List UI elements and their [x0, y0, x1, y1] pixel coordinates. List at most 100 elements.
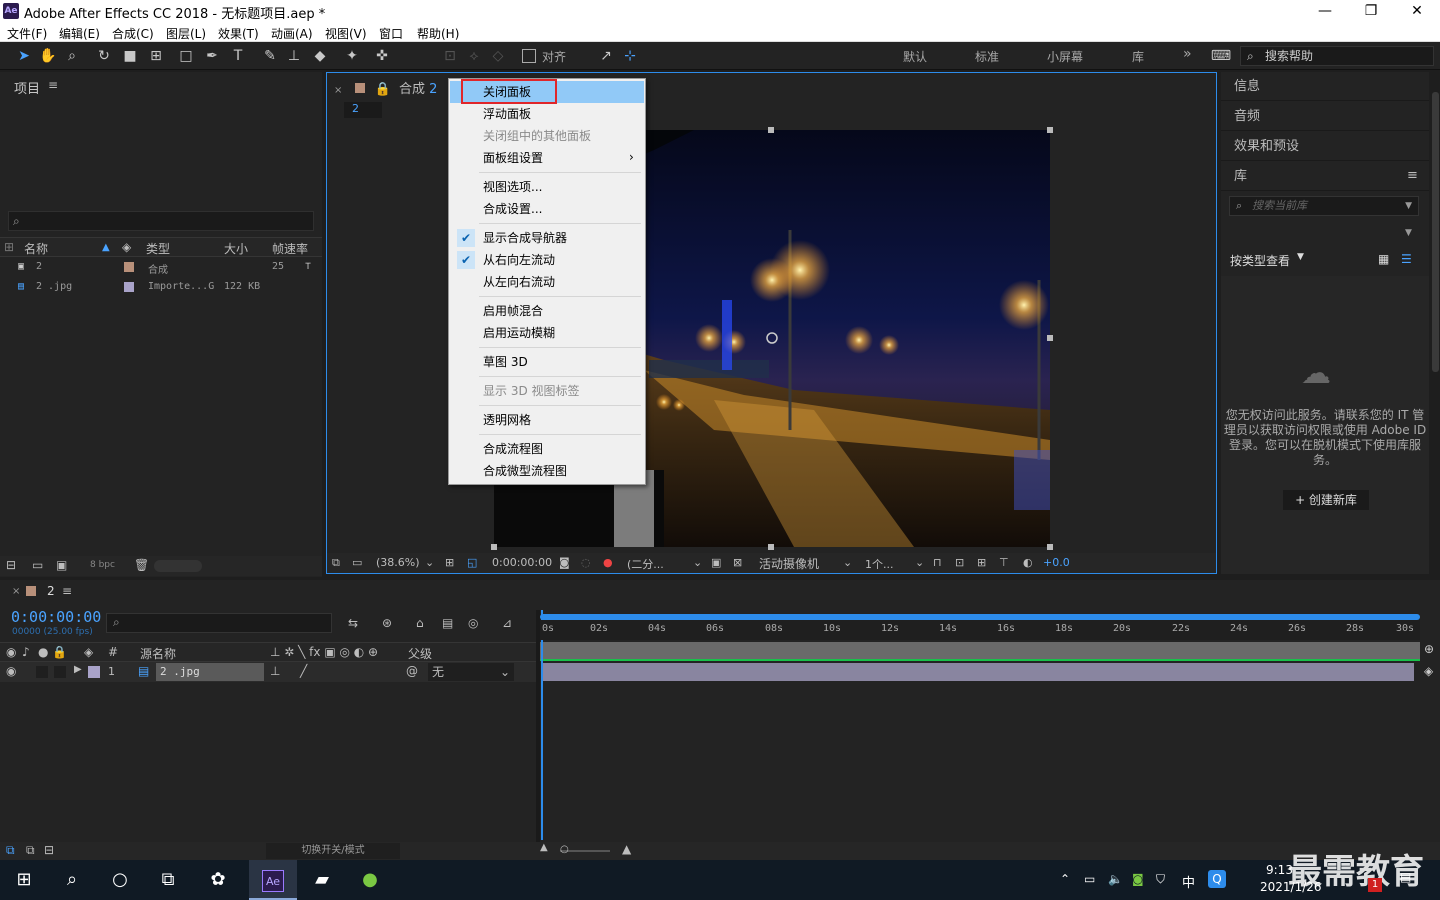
menu-view[interactable]: 视图(V)	[325, 25, 367, 42]
bpc-label[interactable]: 8 bpc	[90, 560, 115, 570]
timeline-search-input[interactable]: ⌕	[106, 613, 332, 633]
workspace-standard[interactable]: 标准	[975, 48, 999, 65]
snapshot-icon[interactable]: ◙	[559, 556, 570, 569]
app-document-icon[interactable]: ▰	[298, 860, 346, 900]
audio-panel-tab[interactable]: 音频	[1221, 102, 1429, 131]
windows-start-icon[interactable]: ⊞	[0, 860, 48, 900]
menu-help[interactable]: 帮助(H)	[417, 25, 459, 42]
reset-exposure-icon[interactable]: ◐	[1023, 556, 1033, 569]
chevron-down-icon[interactable]: ▼	[1405, 228, 1412, 238]
transform-handle[interactable]	[1047, 544, 1053, 550]
col-type[interactable]: 类型	[146, 240, 170, 257]
tray-expand-icon[interactable]: ⌃	[1060, 872, 1070, 886]
ime-indicator[interactable]: 中	[1182, 872, 1195, 891]
transfer-controls-icon[interactable]: ⧉	[26, 843, 35, 858]
thumbnail-slider[interactable]	[154, 560, 202, 572]
menu-item-comp-settings[interactable]: 合成设置...	[450, 198, 644, 220]
col-parent[interactable]: 父级	[408, 645, 432, 662]
maximize-button[interactable]: ❐	[1348, 0, 1394, 22]
menu-item-comp-flowchart[interactable]: 合成流程图	[450, 438, 644, 460]
interpret-footage-icon[interactable]: ⊟	[6, 558, 16, 572]
col-size[interactable]: 大小	[224, 240, 248, 257]
menu-composition[interactable]: 合成(C)	[112, 25, 154, 42]
menu-animation[interactable]: 动画(A)	[271, 25, 313, 42]
transform-handle[interactable]	[1047, 127, 1053, 133]
col-source-name[interactable]: 源名称	[140, 645, 176, 662]
timeline-icon[interactable]: ⊞	[977, 556, 986, 569]
shy-layers-icon[interactable]: ⌂	[416, 616, 424, 630]
rectangle-tool-icon[interactable]: □	[176, 46, 196, 66]
search-icon[interactable]: ⌕	[48, 860, 96, 900]
menu-item-transparency-grid[interactable]: 透明网格	[450, 409, 644, 431]
cortana-icon[interactable]: ○	[96, 860, 144, 900]
panel-menu-icon[interactable]: ≡	[62, 584, 72, 598]
hand-tool-icon[interactable]: ✋	[38, 46, 58, 66]
close-tab-icon[interactable]: ×	[12, 586, 20, 597]
work-area-range[interactable]	[540, 642, 1420, 660]
flowchart-icon[interactable]: ⊤	[999, 556, 1009, 569]
draft-3d-icon[interactable]: ⊛	[382, 616, 392, 630]
project-row[interactable]: ▤ 2 .jpg Importe...G 122 KB	[0, 277, 322, 297]
zoom-dropdown[interactable]: (38.6%)	[376, 556, 420, 569]
snap-options-icon[interactable]: ↗	[596, 46, 616, 66]
visibility-eye-icon[interactable]: ◉	[6, 664, 16, 678]
menu-item-draft-3d[interactable]: 草图 3D	[450, 351, 644, 373]
transform-handle[interactable]	[768, 544, 774, 550]
views-dropdown[interactable]: 1个...	[865, 556, 894, 572]
in-out-icon[interactable]: ⊟	[44, 843, 54, 857]
monitor-icon[interactable]: ▭	[352, 556, 362, 569]
roto-brush-tool-icon[interactable]: ✦	[342, 46, 362, 66]
camera-tool-icon[interactable]: ■	[120, 46, 140, 66]
transform-handle[interactable]	[768, 127, 774, 133]
zoom-in-icon[interactable]: ⊕	[1424, 642, 1434, 656]
parent-dropdown[interactable]: 无 ⌄	[428, 663, 514, 681]
zoom-out-icon[interactable]: ▲	[540, 842, 548, 853]
zoom-tool-icon[interactable]: ⌕	[62, 46, 82, 66]
project-row[interactable]: ▣ 2 合成 25 ⊤	[0, 257, 322, 277]
menu-item-comp-mini-flowchart[interactable]: 合成微型流程图	[450, 460, 644, 482]
render-3d-icon[interactable]: ⊡	[955, 556, 964, 569]
col-name[interactable]: 名称	[24, 240, 48, 257]
camera-dropdown[interactable]: 活动摄像机	[759, 555, 819, 572]
new-composition-icon[interactable]: ▣	[56, 558, 67, 572]
timeline-timecode[interactable]: 0:00:00:00	[11, 608, 101, 626]
workspace-small-screen[interactable]: 小屏幕	[1047, 48, 1083, 65]
workspace-default[interactable]: 默认	[903, 48, 927, 65]
zoom-slider-knob-icon[interactable]: ○	[560, 844, 569, 855]
eraser-tool-icon[interactable]: ◆	[310, 46, 330, 66]
scrollbar-thumb[interactable]	[1432, 92, 1439, 372]
shy-switch-icon[interactable]: ⊥	[270, 664, 280, 678]
exposure-value[interactable]: +0.0	[1043, 556, 1070, 569]
motion-blur-icon[interactable]: ◎	[468, 616, 478, 630]
menu-item-undock-panel[interactable]: 浮动面板	[450, 103, 644, 125]
close-tab-icon[interactable]: ×	[334, 85, 342, 96]
app-pinwheel-icon[interactable]: ✿	[194, 860, 242, 900]
workspace-libraries[interactable]: 库	[1132, 48, 1144, 65]
comp-tab[interactable]: × 🔒 合成 2 ≡	[334, 78, 458, 97]
type-tool-icon[interactable]: T	[228, 46, 248, 66]
menu-item-enable-frame-blending[interactable]: 启用帧混合	[450, 300, 644, 322]
menu-item-show-comp-navigator[interactable]: 显示合成导航器	[450, 227, 644, 249]
puppet-pin-tool-icon[interactable]: ✜	[372, 46, 392, 66]
pan-behind-tool-icon[interactable]: ⊞	[146, 46, 166, 66]
menu-file[interactable]: 文件(F)	[7, 25, 47, 42]
pickwhip-icon[interactable]: @	[406, 664, 418, 678]
fit-icon[interactable]: ⊞	[445, 556, 454, 569]
menu-edit[interactable]: 编辑(E)	[59, 25, 100, 42]
resolution-dropdown[interactable]: (二分...	[627, 556, 664, 572]
toggle-pixel-aspect-icon[interactable]: ⊓	[933, 556, 942, 569]
current-time[interactable]: 0:00:00:00	[492, 556, 552, 569]
new-folder-icon[interactable]: ▭	[32, 558, 43, 572]
brush-tool-icon[interactable]: ✎	[260, 46, 280, 66]
volume-icon[interactable]: 🔈	[1108, 872, 1123, 886]
graph-editor-icon[interactable]: ⊿	[502, 616, 512, 630]
comp-mini-flowchart-icon[interactable]: ⇆	[348, 616, 358, 630]
effects-presets-panel-tab[interactable]: 效果和预设	[1221, 132, 1429, 161]
toggle-switches-modes-button[interactable]: 切换开关/模式	[266, 843, 400, 859]
clone-stamp-tool-icon[interactable]: ⊥	[284, 46, 304, 66]
security-icon[interactable]: ⛉	[1156, 872, 1165, 887]
transform-handle[interactable]	[491, 544, 497, 550]
col-fps[interactable]: 帧速率	[272, 240, 308, 257]
layer-label-swatch[interactable]	[88, 666, 100, 678]
menu-item-panel-group-settings[interactable]: 面板组设置	[450, 147, 644, 169]
